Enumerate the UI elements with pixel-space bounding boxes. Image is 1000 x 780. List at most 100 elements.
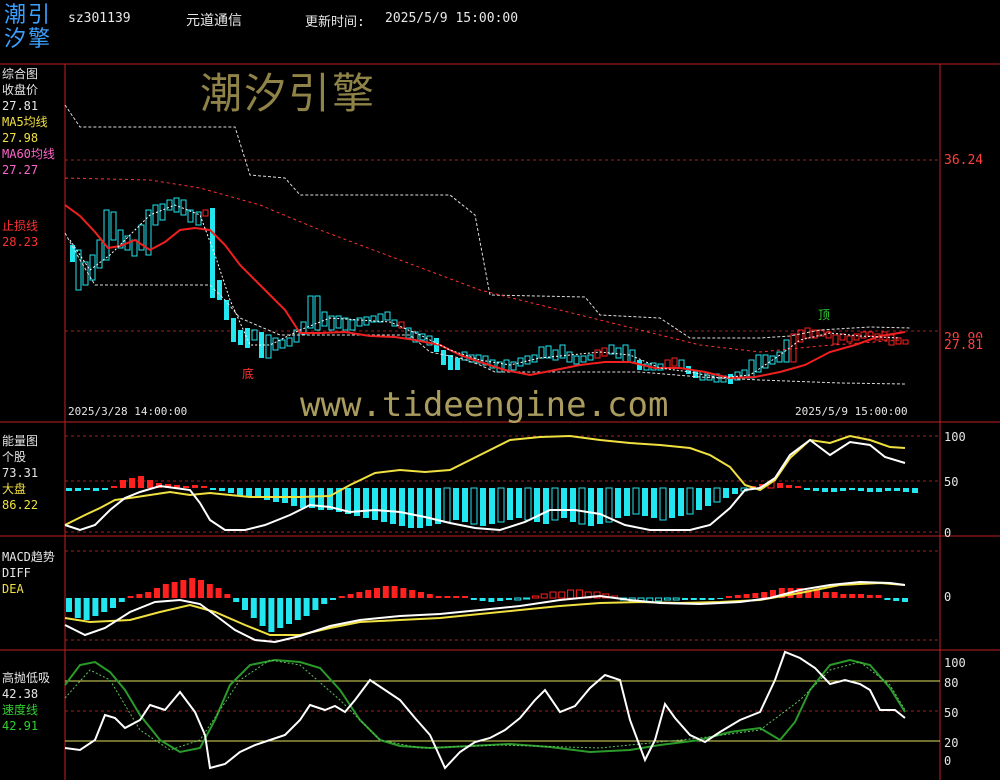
candle <box>265 334 272 359</box>
macd-bar <box>497 598 504 601</box>
energy-bar <box>282 488 288 503</box>
ma5-value: 27.98 <box>2 131 39 145</box>
energy-bar <box>597 488 603 524</box>
candle <box>202 209 209 217</box>
date-start: 2025/3/28 14:00:00 <box>68 405 188 418</box>
candle <box>895 337 902 345</box>
ma60-line <box>64 177 901 353</box>
energy-bar <box>264 488 270 500</box>
candle <box>608 344 615 355</box>
candlesticks <box>70 197 909 384</box>
energy-bar <box>390 488 396 524</box>
candle <box>510 361 517 371</box>
macd-bar <box>330 598 336 600</box>
macd-bar <box>884 598 891 600</box>
brand-watermark: 潮汐引擎 <box>200 69 377 118</box>
macd-bar <box>453 596 460 598</box>
macd-bar <box>663 597 671 601</box>
energy-bar <box>651 488 657 518</box>
macd-bar <box>400 588 407 598</box>
close-value: 27.81 <box>2 99 39 113</box>
energy-bar <box>111 486 117 488</box>
energy-bars <box>66 476 918 528</box>
candle <box>245 328 250 348</box>
macd-bar <box>294 598 301 620</box>
energy-stock-label: 个股 <box>2 450 27 464</box>
energy-title: 能量图 <box>2 434 39 448</box>
macd-bar <box>814 590 820 598</box>
date-end: 2025/5/9 15:00:00 <box>795 405 908 418</box>
macd-bar <box>866 595 873 598</box>
energy-bar <box>480 488 486 526</box>
energy-legend: 能量图 个股 73.31 大盘 86.22 <box>2 433 38 513</box>
macd-bar <box>752 593 759 598</box>
macd-bar <box>338 596 345 598</box>
macd-bar <box>101 598 108 612</box>
macd-bar <box>180 580 187 598</box>
stop-loss-legend: 止损线 28.23 <box>2 218 38 250</box>
energy-bar <box>713 487 721 503</box>
energy-bar <box>588 488 594 526</box>
macd-bar <box>567 589 575 599</box>
candle <box>580 355 587 363</box>
candle <box>159 203 166 221</box>
candle <box>671 357 678 367</box>
energy-bar <box>462 488 468 522</box>
macd-bar <box>66 598 72 612</box>
energy-bar <box>543 488 549 524</box>
candle <box>622 344 629 363</box>
macd-bar <box>409 590 416 598</box>
energy-bar <box>273 488 279 502</box>
macd-bar <box>347 594 354 598</box>
energy-bar <box>120 480 126 488</box>
candle <box>103 209 110 261</box>
candle <box>664 359 671 369</box>
macd-bar <box>549 591 557 599</box>
axis-price-label: 27.81 <box>944 338 984 353</box>
energy-bar <box>570 488 576 522</box>
candle <box>860 331 867 339</box>
energy-bar <box>497 487 505 523</box>
candle <box>391 319 398 327</box>
candle <box>152 204 159 226</box>
candle <box>75 249 82 291</box>
energy-bar <box>669 488 675 518</box>
macd-bar <box>215 588 222 598</box>
macd-bar <box>162 584 169 598</box>
candle <box>902 339 909 345</box>
candle <box>699 371 706 381</box>
main-legend: 综合图 收盘价 27.81 MA5均线 27.98 MA60均线 27.27 <box>2 66 55 178</box>
macd-bar <box>726 596 732 598</box>
macd-bar <box>277 598 284 628</box>
macd-diff-label: DIFF <box>2 566 31 580</box>
oscillator-title: 高抛低吸 <box>2 671 51 685</box>
macd-bar <box>558 591 566 599</box>
macd-bar <box>514 597 522 601</box>
candle <box>594 349 601 359</box>
macd-bar <box>690 598 697 600</box>
macd-bar <box>110 598 116 608</box>
macd-bar <box>682 598 688 600</box>
macd-bar <box>734 595 741 598</box>
speed-label: 速度线 <box>2 703 39 717</box>
candle <box>678 359 685 369</box>
energy-market-label: 大盘 <box>2 482 27 496</box>
energy-bar <box>201 486 207 488</box>
macd-bar <box>822 592 829 598</box>
macd-bar <box>92 598 99 616</box>
osc-tick-100: 100 <box>944 656 966 670</box>
macd-bar <box>206 584 213 598</box>
macd-bar <box>506 598 512 600</box>
energy-bar <box>831 488 837 492</box>
candle <box>286 337 293 347</box>
macd-bar <box>189 578 196 598</box>
candle <box>587 354 594 361</box>
macd-bar <box>479 598 486 601</box>
energy-bar <box>138 476 144 488</box>
close-label: 收盘价 <box>2 83 39 97</box>
macd-bar <box>259 598 266 626</box>
candle <box>335 315 342 329</box>
macd-bar <box>127 596 134 598</box>
osc-tick-20: 20 <box>944 736 959 750</box>
energy-bar <box>147 480 153 488</box>
